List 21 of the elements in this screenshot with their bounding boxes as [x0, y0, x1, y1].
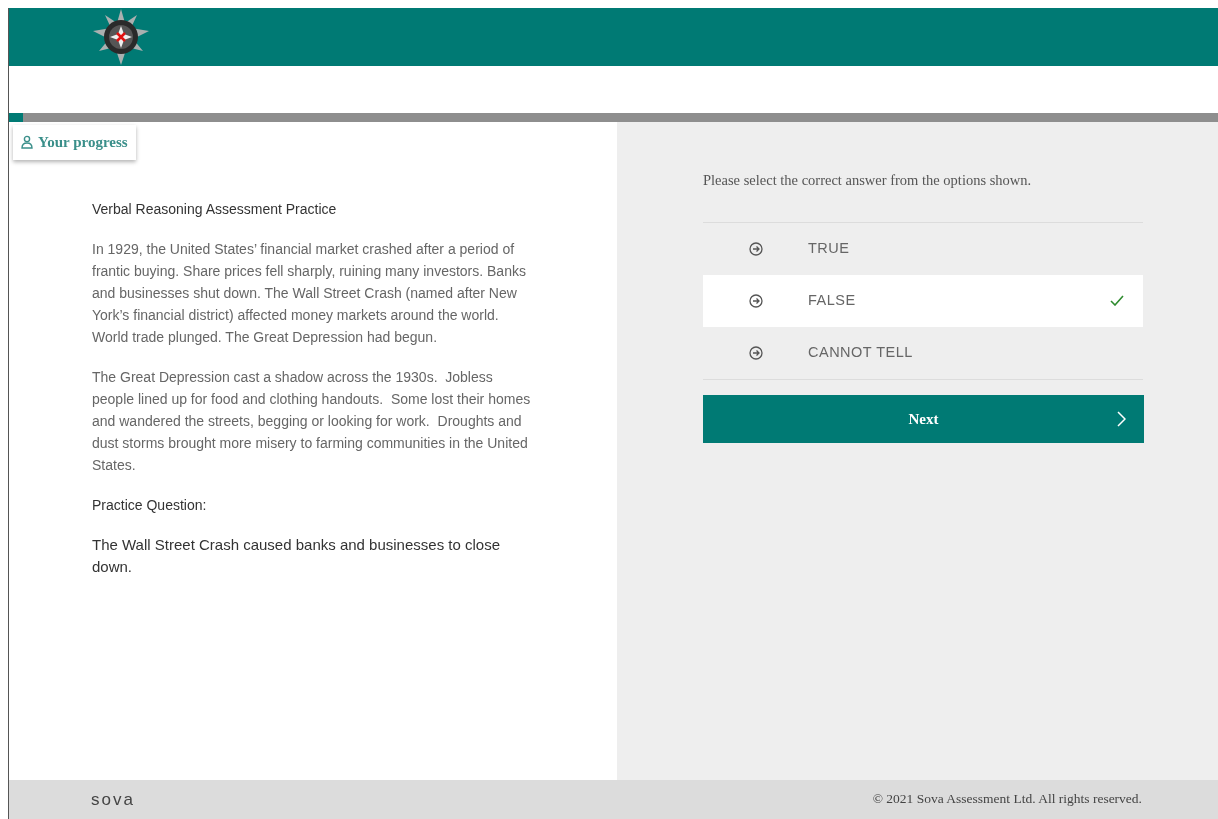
progress-button[interactable]: Your progress: [13, 125, 136, 160]
answer-option[interactable]: CANNOT TELL: [703, 326, 1143, 379]
arrow-circle-icon: [749, 293, 763, 308]
person-icon: [21, 135, 33, 150]
arrow-circle-icon: [749, 345, 763, 360]
copyright-text: © 2021 Sova Assessment Ltd. All rights reserved.: [872, 790, 1142, 809]
arrow-circle-icon: [749, 241, 763, 256]
progress-marker: [9, 113, 23, 122]
check-icon: [1110, 295, 1124, 307]
footer-logo: sova: [91, 788, 135, 811]
instruction-text: Please select the correct answer from the options shown.: [703, 171, 1033, 190]
chevron-right-icon: [1117, 410, 1126, 427]
question-label: Practice Question:: [92, 496, 208, 515]
answer-option[interactable]: TRUE: [703, 222, 1143, 275]
passage-title: Verbal Reasoning Assessment Practice: [92, 200, 338, 219]
answer-option[interactable]: FALSE: [703, 274, 1143, 327]
badge-logo-icon: [91, 9, 151, 65]
next-button[interactable]: Next: [703, 394, 1144, 443]
question-text: The Wall Street Crash caused banks and businesses to close down.: [92, 535, 501, 577]
passage-paragraph: The Great Depression cast a shadow across the 1930s. Jobless people lined up for food and clothing handouts. Some lost their homes and wandered the streets, begging or looking for work. Droughts and dust storms brought more misery to farming communities in the United States.: [92, 368, 532, 475]
passage-paragraph: In 1929, the United States’ financial market crashed after a period of frantic buying. Share prices fell sharply, ruining many investors. Banks and businesses shut down. The Wall Street Crash (named after New York’s financial district) affected money markets around the world. World trade plunged. The Great Depression had begun.: [92, 240, 527, 347]
